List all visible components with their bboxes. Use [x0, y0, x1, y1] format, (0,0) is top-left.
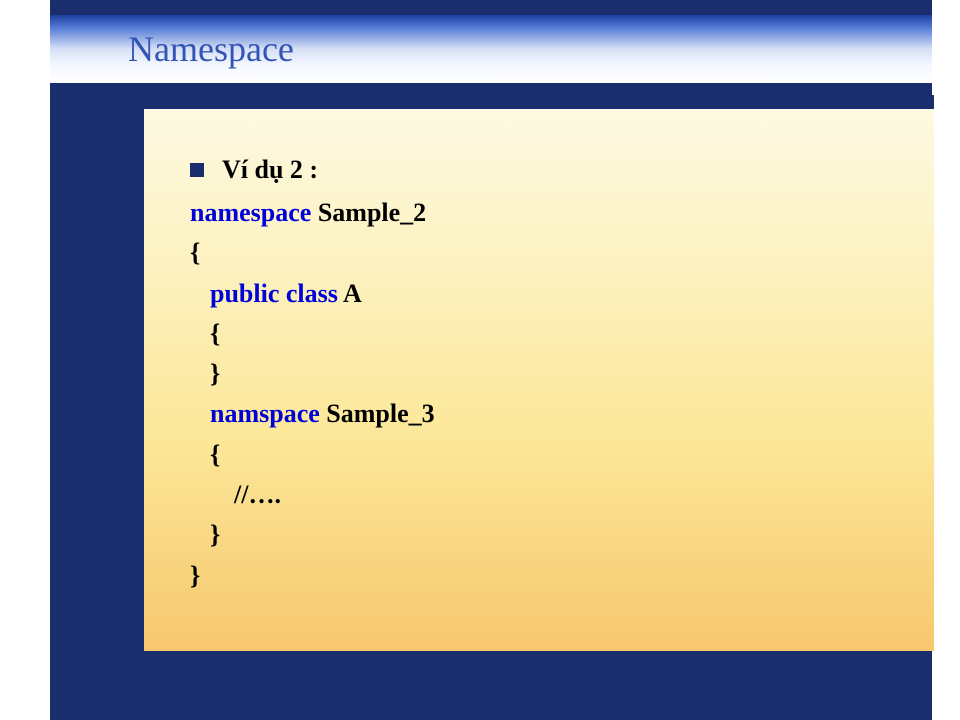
- code-text: Sample_3: [326, 399, 434, 428]
- code-line-4: {: [190, 314, 934, 354]
- content-area: Ví dụ 2 : namespace Sample_2 { public cl…: [144, 109, 934, 651]
- keyword-public-class: public class: [210, 279, 343, 308]
- bullet-item: Ví dụ 2 :: [190, 155, 934, 185]
- keyword-namspace: namspace: [210, 399, 326, 428]
- slide-container: Namespace Ví dụ 2 : namespace Sample_2 {…: [50, 0, 932, 720]
- code-line-8: //….: [190, 475, 934, 515]
- code-line-5: }: [190, 354, 934, 394]
- code-line-10: }: [190, 556, 934, 596]
- title-bar: Namespace: [50, 15, 932, 83]
- code-line-9: }: [190, 515, 934, 555]
- decorative-strip: [144, 95, 934, 109]
- code-line-2: {: [190, 233, 934, 273]
- square-bullet-icon: [190, 163, 204, 177]
- bullet-text: Ví dụ 2 :: [222, 155, 318, 185]
- code-line-7: {: [190, 435, 934, 475]
- code-text: A: [343, 279, 362, 308]
- code-line-3: public class A: [190, 274, 934, 314]
- code-line-6: namspace Sample_3: [190, 394, 934, 434]
- slide-title: Namespace: [128, 28, 294, 70]
- keyword-namespace: namespace: [190, 198, 311, 227]
- code-line-1: namespace Sample_2: [190, 193, 934, 233]
- code-text: Sample_2: [311, 198, 426, 227]
